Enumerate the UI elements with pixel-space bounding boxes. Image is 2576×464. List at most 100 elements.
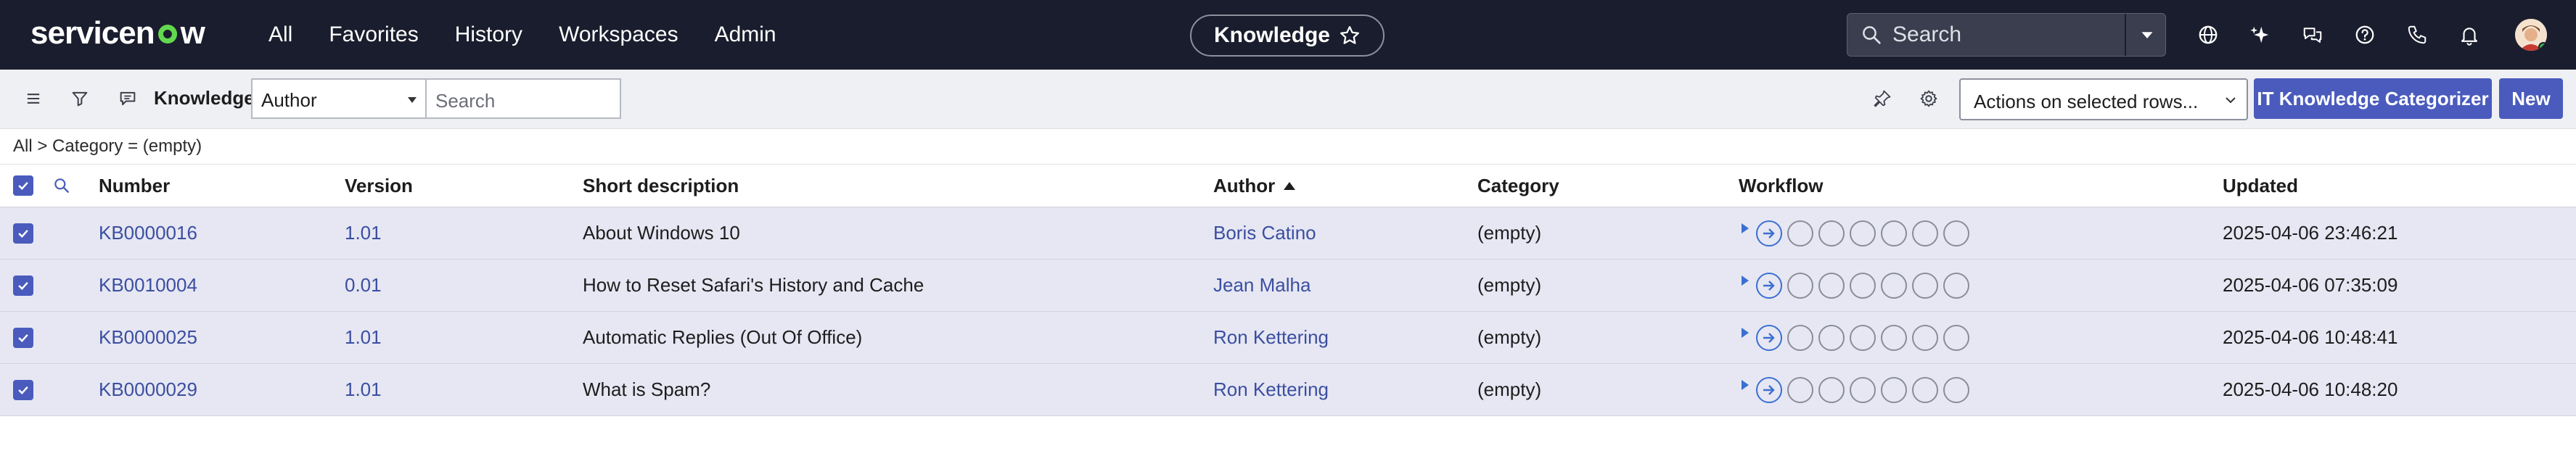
help-icon[interactable] bbox=[2352, 22, 2378, 48]
row-category: (empty) bbox=[1477, 378, 1542, 400]
chevron-down-icon bbox=[2226, 97, 2236, 104]
pin-icon[interactable] bbox=[1868, 84, 1897, 113]
table-row[interactable]: KB0000029 1.01 What is Spam? Ron Ketteri… bbox=[0, 364, 2576, 416]
column-header-updated[interactable]: Updated bbox=[2223, 165, 2298, 207]
row-author-link[interactable]: Ron Kettering bbox=[1213, 364, 1329, 415]
row-updated: 2025-04-06 23:46:21 bbox=[2223, 222, 2398, 244]
workflow-stage-icon bbox=[1850, 220, 1876, 246]
main-menu: All Favorites History Workspaces Admin bbox=[268, 0, 813, 70]
column-header-author[interactable]: Author bbox=[1213, 165, 1296, 207]
global-search-placeholder: Search bbox=[1892, 22, 1962, 46]
context-pill[interactable]: Knowledge bbox=[1190, 14, 1385, 57]
logo-text-right: w bbox=[180, 15, 205, 51]
nav-workspaces[interactable]: Workspaces bbox=[559, 22, 678, 47]
workflow-stage-icon bbox=[1787, 324, 1813, 351]
table-row[interactable]: KB0000025 1.01 Automatic Replies (Out Of… bbox=[0, 312, 2576, 364]
gear-icon[interactable] bbox=[1914, 84, 1943, 113]
global-search[interactable]: Search bbox=[1847, 13, 2166, 57]
workflow-stage-icon bbox=[1912, 272, 1938, 299]
row-checkbox[interactable] bbox=[13, 364, 33, 415]
column-search-icon[interactable] bbox=[52, 165, 71, 207]
row-updated: 2025-04-06 10:48:20 bbox=[2223, 378, 2398, 400]
table-row[interactable]: KB0010004 0.01 How to Reset Safari's His… bbox=[0, 260, 2576, 312]
new-button[interactable]: New bbox=[2499, 78, 2563, 119]
column-header-version[interactable]: Version bbox=[345, 165, 413, 207]
table-row[interactable]: KB0000016 1.01 About Windows 10 Boris Ca… bbox=[0, 207, 2576, 260]
globe-icon[interactable] bbox=[2195, 22, 2221, 48]
column-header-number[interactable]: Number bbox=[99, 165, 170, 207]
workflow-stage-icon bbox=[1912, 324, 1938, 351]
row-category: (empty) bbox=[1477, 274, 1542, 296]
row-version-link[interactable]: 1.01 bbox=[345, 207, 382, 259]
chat-icon[interactable] bbox=[2300, 22, 2326, 48]
star-icon[interactable] bbox=[1339, 25, 1361, 46]
list-toolbar: Knowledge Author Search Actions on selec… bbox=[0, 70, 2576, 129]
row-short-description: How to Reset Safari's History and Cache bbox=[583, 274, 924, 296]
row-workflow[interactable] bbox=[1742, 364, 1974, 415]
workflow-stage-icon bbox=[1881, 220, 1907, 246]
table-header: Number Version Short description Author … bbox=[0, 164, 2576, 207]
row-checkbox[interactable] bbox=[13, 312, 33, 363]
nav-history[interactable]: History bbox=[455, 22, 522, 47]
actions-select[interactable]: Actions on selected rows... bbox=[1959, 78, 2248, 120]
row-short-description: What is Spam? bbox=[583, 378, 711, 400]
row-checkbox[interactable] bbox=[13, 260, 33, 311]
row-workflow[interactable] bbox=[1742, 207, 1974, 259]
workflow-stage-icon bbox=[1787, 220, 1813, 246]
user-avatar[interactable] bbox=[2515, 19, 2547, 51]
row-short-description: About Windows 10 bbox=[583, 222, 740, 244]
row-version-link[interactable]: 1.01 bbox=[345, 312, 382, 363]
workflow-expand-icon[interactable] bbox=[1742, 379, 1749, 390]
row-version-link[interactable]: 1.01 bbox=[345, 364, 382, 415]
filter-icon[interactable] bbox=[65, 84, 94, 113]
workflow-stage-icon bbox=[1818, 272, 1845, 299]
search-divider bbox=[2125, 14, 2126, 56]
workflow-stage-active-icon bbox=[1756, 220, 1782, 246]
list-search-input[interactable]: Search bbox=[425, 78, 621, 119]
workflow-expand-icon[interactable] bbox=[1742, 327, 1749, 338]
row-number-link[interactable]: KB0000016 bbox=[99, 207, 197, 259]
sparkle-icon[interactable] bbox=[2247, 22, 2273, 48]
servicenow-logo[interactable]: servicen w bbox=[30, 14, 205, 52]
bell-icon[interactable] bbox=[2456, 22, 2482, 48]
workflow-stage-active-icon bbox=[1756, 324, 1782, 351]
row-author-link[interactable]: Boris Catino bbox=[1213, 207, 1316, 259]
column-header-workflow[interactable]: Workflow bbox=[1739, 165, 1824, 207]
select-all-checkbox[interactable] bbox=[13, 165, 33, 207]
row-author-link[interactable]: Ron Kettering bbox=[1213, 312, 1329, 363]
row-author-link[interactable]: Jean Malha bbox=[1213, 260, 1310, 311]
row-category: (empty) bbox=[1477, 326, 1542, 348]
dropdown-caret-icon bbox=[408, 97, 417, 103]
row-number-link[interactable]: KB0000025 bbox=[99, 312, 197, 363]
table-body: KB0000016 1.01 About Windows 10 Boris Ca… bbox=[0, 207, 2576, 416]
workflow-expand-icon[interactable] bbox=[1742, 275, 1749, 286]
nav-all[interactable]: All bbox=[268, 22, 292, 47]
workflow-stage-icon bbox=[1943, 324, 1969, 351]
search-field-select[interactable]: Author bbox=[251, 78, 425, 119]
chevron-down-icon[interactable] bbox=[2136, 24, 2158, 46]
row-checkbox[interactable] bbox=[13, 207, 33, 259]
row-version-link[interactable]: 0.01 bbox=[345, 260, 382, 311]
workflow-stage-active-icon bbox=[1756, 272, 1782, 299]
logo-text-left: servicen bbox=[30, 15, 155, 51]
workflow-expand-icon[interactable] bbox=[1742, 223, 1749, 233]
nav-admin[interactable]: Admin bbox=[715, 22, 776, 47]
workflow-stage-icon bbox=[1818, 220, 1845, 246]
comment-icon[interactable] bbox=[113, 84, 142, 113]
row-category: (empty) bbox=[1477, 222, 1542, 244]
row-number-link[interactable]: KB0010004 bbox=[99, 260, 197, 311]
list-search-placeholder: Search bbox=[435, 90, 496, 112]
row-updated: 2025-04-06 07:35:09 bbox=[2223, 274, 2398, 296]
workflow-stage-icon bbox=[1881, 324, 1907, 351]
it-knowledge-categorizer-button[interactable]: IT Knowledge Categorizer bbox=[2254, 78, 2492, 119]
row-workflow[interactable] bbox=[1742, 312, 1974, 363]
phone-icon[interactable] bbox=[2404, 22, 2430, 48]
row-workflow[interactable] bbox=[1742, 260, 1974, 311]
column-header-category[interactable]: Category bbox=[1477, 165, 1559, 207]
row-number-link[interactable]: KB0000029 bbox=[99, 364, 197, 415]
nav-favorites[interactable]: Favorites bbox=[329, 22, 418, 47]
column-header-short-description[interactable]: Short description bbox=[583, 165, 739, 207]
hamburger-menu-icon[interactable] bbox=[19, 84, 48, 113]
search-field-value: Author bbox=[261, 89, 317, 111]
breadcrumb[interactable]: All > Category = (empty) bbox=[13, 136, 202, 157]
